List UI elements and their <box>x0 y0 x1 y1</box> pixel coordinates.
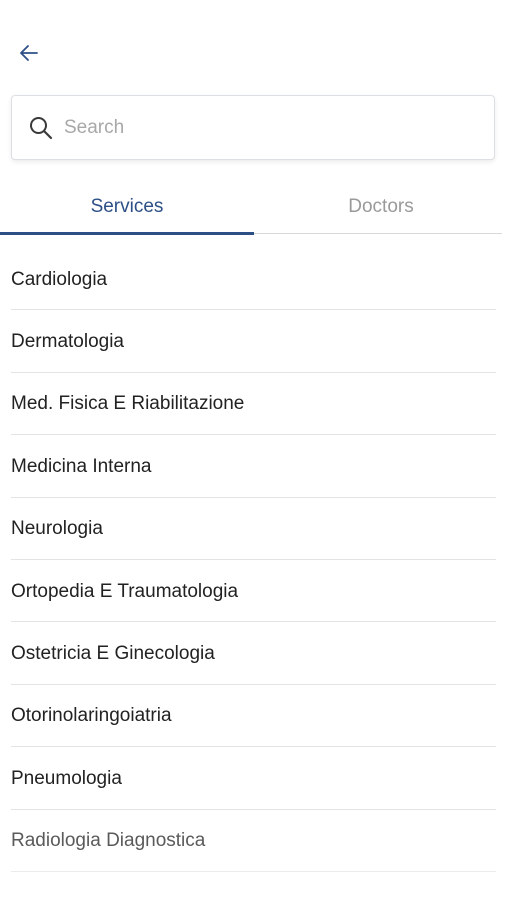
list-item[interactable]: Cardiologia <box>11 248 496 311</box>
list-item[interactable]: Otorinolaringoiatria <box>11 685 496 748</box>
arrow-left-icon <box>18 42 40 69</box>
search-icon <box>28 115 54 141</box>
services-list: Cardiologia Dermatologia Med. Fisica E R… <box>11 248 496 872</box>
list-item[interactable]: Neurologia <box>11 498 496 560</box>
active-tab-indicator <box>0 232 254 235</box>
services-screen: Services Doctors Cardiologia Dermatologi… <box>0 0 507 900</box>
list-item[interactable]: Med. Fisica E Riabilitazione <box>11 373 496 436</box>
tab-bar: Services Doctors <box>0 178 507 236</box>
tab-doctors[interactable]: Doctors <box>254 178 507 236</box>
list-item[interactable]: Medicina Interna <box>11 435 496 498</box>
list-item[interactable]: Ortopedia E Traumatologia <box>11 560 496 623</box>
tab-bar-divider <box>254 233 502 234</box>
search-box[interactable] <box>11 95 495 160</box>
list-item[interactable]: Radiologia Diagnostica <box>11 810 496 872</box>
list-item[interactable]: Dermatologia <box>11 310 496 373</box>
list-item[interactable]: Pneumologia <box>11 747 496 810</box>
search-input[interactable] <box>62 106 494 149</box>
list-item[interactable]: Ostetricia E Ginecologia <box>11 622 496 685</box>
back-button[interactable] <box>10 36 48 74</box>
tab-services[interactable]: Services <box>0 178 254 236</box>
